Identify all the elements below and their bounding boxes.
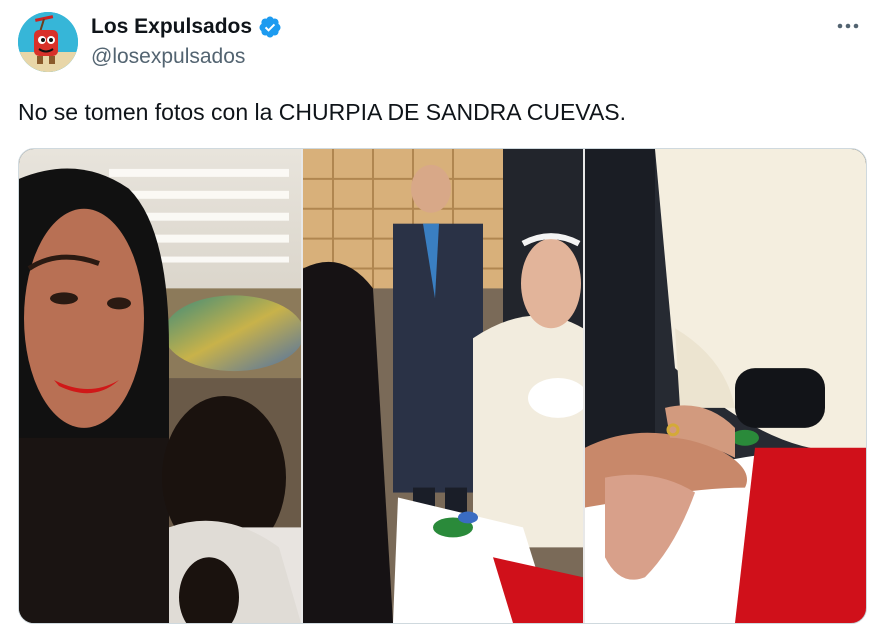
author-name-row[interactable]: Los Expulsados xyxy=(91,14,282,40)
media-panel-hands xyxy=(585,149,866,623)
tweet-media-image[interactable] xyxy=(18,148,867,624)
author-avatar[interactable] xyxy=(18,12,78,72)
more-options-button[interactable] xyxy=(830,14,866,38)
tweet-text: No se tomen fotos con la CHURPIA DE SAND… xyxy=(18,99,627,125)
media-panel-selfie xyxy=(19,149,301,623)
more-options-icon xyxy=(837,23,859,29)
media-divider xyxy=(583,149,585,623)
verified-badge-icon xyxy=(259,16,281,38)
media-panel-audience xyxy=(303,149,583,623)
media-divider xyxy=(301,149,303,623)
author-display-name[interactable]: Los Expulsados xyxy=(91,14,252,40)
author-handle[interactable]: @losexpulsados xyxy=(91,44,245,70)
cartoon-mascot-avatar-icon xyxy=(18,12,78,72)
